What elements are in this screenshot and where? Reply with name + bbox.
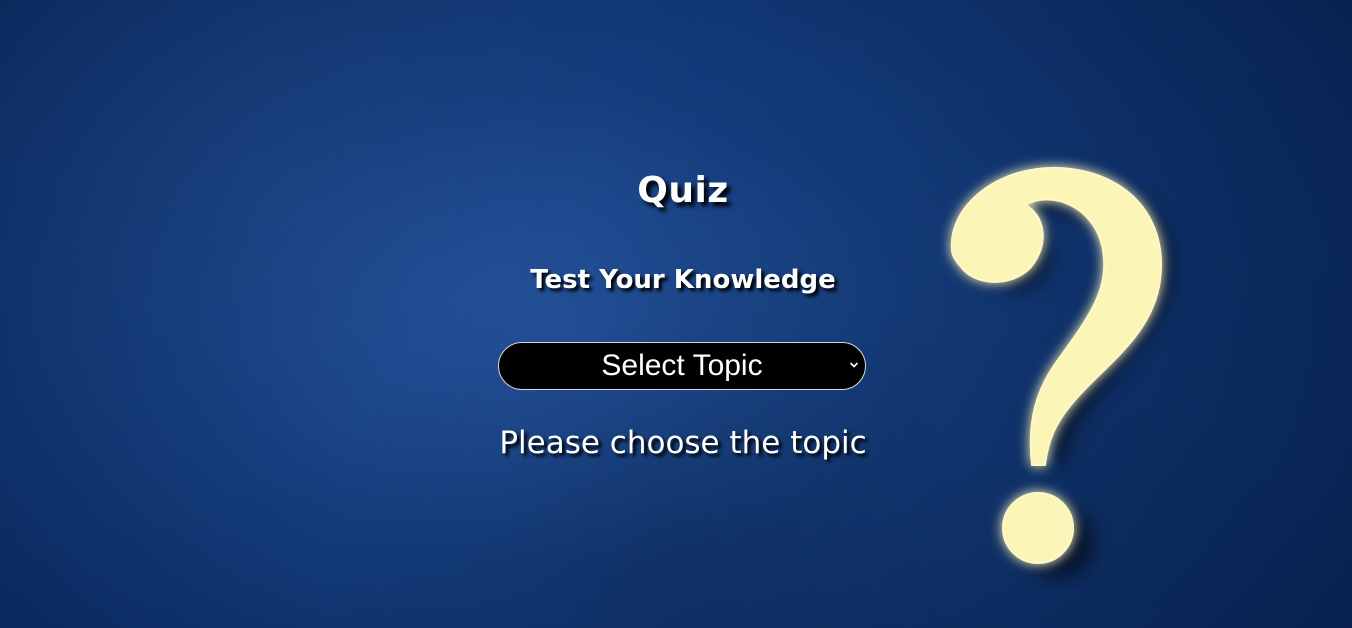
page-subtitle: Test Your Knowledge (530, 265, 836, 295)
quiz-panel: Quiz Test Your Knowledge Select Topic Pl… (0, 0, 1352, 628)
topic-select-value: Select Topic (601, 349, 763, 382)
topic-hint: Please choose the topic (499, 425, 867, 461)
topic-select[interactable]: Select Topic (498, 342, 866, 390)
page-title: Quiz (637, 170, 729, 211)
chevron-down-icon (850, 362, 858, 368)
